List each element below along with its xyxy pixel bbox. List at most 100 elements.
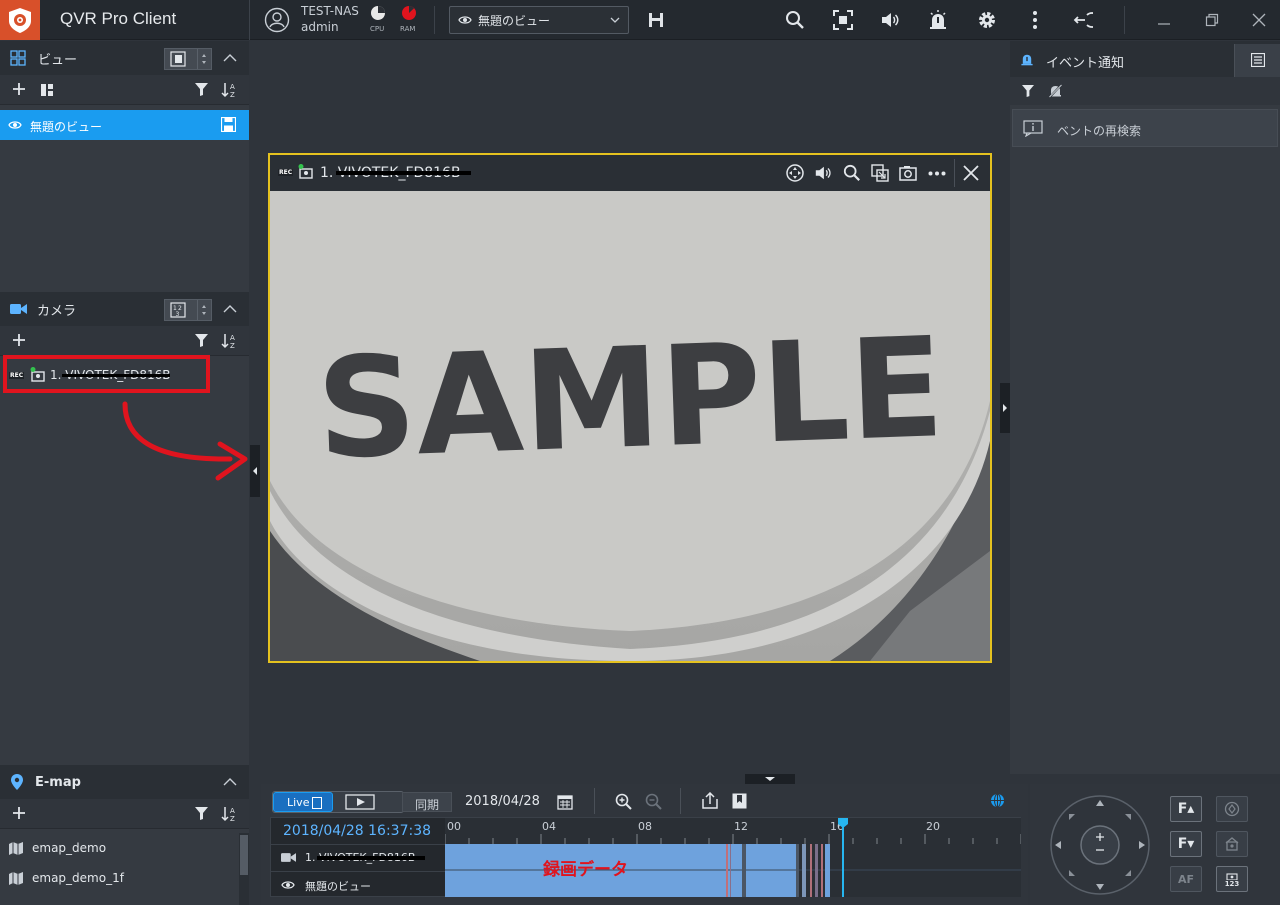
camera-section-header: カメラ 123 (0, 292, 249, 326)
minimize-icon[interactable] (1152, 8, 1176, 32)
restore-icon[interactable] (1200, 8, 1224, 32)
emap-list-item[interactable]: emap_demo_1f (0, 863, 238, 893)
gear-icon[interactable] (975, 8, 999, 32)
playhead[interactable] (842, 818, 844, 897)
aspect-ratio-icon[interactable] (871, 164, 889, 182)
close-tile-icon[interactable] (963, 165, 979, 181)
view-select-dropdown[interactable]: 無題のビュー (449, 6, 629, 34)
timeline-view-label: 無題のビュー (305, 880, 371, 893)
zoom-out-icon[interactable] (645, 793, 662, 810)
view-section-title: ビュー (38, 52, 78, 68)
more-vertical-icon[interactable] (1023, 8, 1047, 32)
focus-near-button[interactable]: F▴ (1170, 796, 1202, 822)
app-logo-icon (0, 0, 40, 40)
svg-text:Z: Z (230, 342, 235, 349)
event-list-button[interactable] (1234, 44, 1280, 77)
save-view-icon[interactable] (221, 117, 236, 132)
alarm-icon[interactable] (926, 8, 950, 32)
video-tile[interactable]: REC 1. VIVOTEK_FD816B (268, 153, 992, 663)
redaction-bar (317, 856, 425, 860)
playback-date: 2018/04/28 (465, 794, 540, 809)
home-position-button[interactable] (1216, 831, 1248, 857)
view-item-label: 無題のビュー (30, 120, 103, 134)
collapse-up-icon[interactable] (223, 53, 237, 62)
cpu-label: CPU (370, 25, 385, 33)
sort-icon[interactable]: AZ (221, 82, 239, 98)
right-panel-collapse-handle[interactable] (1000, 383, 1010, 433)
video-feed[interactable]: SAMPLE (270, 191, 990, 661)
filter-icon[interactable] (195, 807, 208, 820)
view-toolbar: AZ (0, 75, 249, 105)
collapse-up-icon[interactable] (223, 777, 237, 786)
event-panel: イベント通知 ベントの再検索 (1010, 41, 1280, 774)
export-icon[interactable] (702, 792, 718, 809)
sort-icon[interactable]: AZ (221, 806, 239, 822)
bottom-panel-collapse-handle[interactable] (745, 774, 795, 784)
emap-list-item[interactable]: emap_demo (0, 833, 238, 863)
zoom-in-icon[interactable] (615, 793, 632, 810)
recording-track[interactable]: 録画データ (445, 844, 1021, 897)
more-horizontal-icon[interactable] (928, 171, 946, 176)
event-panel-header: イベント通知 (1010, 41, 1280, 77)
playback-mode-button[interactable] (345, 794, 377, 810)
view-list-item[interactable]: 無題のビュー (0, 110, 249, 140)
fullscreen-icon[interactable] (831, 8, 855, 32)
grid-layout-icon (10, 50, 26, 66)
globe-icon[interactable] (990, 793, 1005, 808)
auto-focus-button[interactable]: AF (1170, 866, 1202, 892)
camera-sort-mode-button[interactable]: 123 (164, 299, 212, 321)
emap-scrollbar[interactable] (239, 833, 249, 905)
digital-zoom-icon[interactable] (843, 164, 861, 182)
layout-icon[interactable] (40, 83, 54, 97)
filter-icon[interactable] (195, 334, 208, 347)
search-icon[interactable] (783, 8, 807, 32)
emap-item-label: emap_demo_1f (32, 871, 124, 885)
camera-status-icon (298, 164, 314, 180)
save-layout-icon[interactable] (644, 8, 668, 32)
focus-far-button[interactable]: F▾ (1170, 831, 1202, 857)
timeline[interactable]: 2018/04/28 16:37:38 00 04 08 12 16 20 1.… (270, 817, 1021, 897)
sort-icon[interactable]: AZ (221, 333, 239, 349)
timeline-row-view[interactable]: 無題のビュー (271, 871, 445, 897)
bookmark-icon[interactable] (732, 793, 747, 809)
add-camera-icon[interactable] (12, 333, 26, 347)
sync-label: 同期 (415, 798, 440, 812)
volume-icon[interactable] (814, 164, 832, 182)
playhead-handle-icon[interactable] (838, 818, 848, 828)
live-mode-button[interactable]: Live (273, 792, 333, 812)
ptz-joystick[interactable] (1049, 794, 1151, 896)
add-emap-icon[interactable] (12, 806, 26, 820)
timeline-ruler[interactable]: 00 04 08 12 16 20 (445, 818, 1021, 844)
filter-icon[interactable] (195, 83, 208, 96)
snapshot-icon[interactable] (899, 164, 917, 182)
iris-button[interactable] (1216, 796, 1248, 822)
ptz-control-icon[interactable] (786, 164, 804, 182)
rec-badge: REC (278, 169, 294, 176)
mode-toggle: Live (272, 791, 404, 813)
volume-icon[interactable] (878, 8, 902, 32)
sample-watermark: SAMPLE (314, 307, 946, 490)
left-panel: ビュー AZ 無題のビュー カメラ 123 AZ REC 1. VIVOTEK_… (0, 41, 249, 905)
add-view-icon[interactable] (12, 82, 26, 96)
mute-notification-icon[interactable] (1049, 84, 1062, 98)
eye-icon (8, 120, 22, 130)
sync-button[interactable]: 同期 (402, 792, 452, 812)
user-name: admin (301, 20, 339, 34)
preset-label: 123 (1224, 879, 1240, 888)
calendar-icon[interactable] (557, 794, 573, 810)
user-avatar-icon[interactable] (264, 7, 290, 33)
logout-icon[interactable] (1071, 8, 1095, 32)
ram-meter-icon (401, 5, 417, 21)
event-research-button[interactable]: ベントの再検索 (1012, 109, 1278, 147)
svg-text:A: A (230, 83, 235, 91)
emap-item-label: emap_demo (32, 841, 107, 855)
timeline-row-camera[interactable]: 1. VIVOTEK_FD816B (271, 844, 445, 871)
emap-section-header: E-map (0, 765, 249, 799)
live-label: Live (287, 796, 310, 809)
collapse-up-icon[interactable] (223, 304, 237, 313)
left-panel-collapse-handle[interactable] (250, 445, 260, 497)
preset-button[interactable]: 123 (1216, 866, 1248, 892)
filter-icon[interactable] (1022, 85, 1034, 97)
view-sort-mode-button[interactable] (164, 48, 212, 70)
close-icon[interactable] (1247, 8, 1271, 32)
